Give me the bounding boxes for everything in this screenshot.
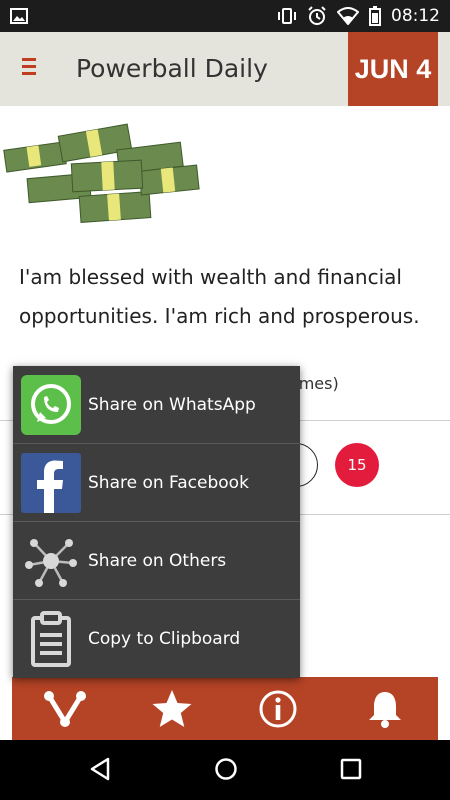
date-badge: JUN 4: [348, 32, 438, 106]
recents-icon[interactable]: [339, 756, 363, 782]
copy-clipboard-label: Copy to Clipboard: [88, 629, 241, 649]
favorite-button[interactable]: [119, 677, 226, 740]
battery-icon: [369, 6, 381, 26]
share-facebook-item[interactable]: Share on Facebook: [13, 444, 300, 522]
share-others-item[interactable]: Share on Others: [13, 522, 300, 600]
share-icon: [44, 690, 87, 727]
image-notification-icon: [10, 8, 28, 24]
share-facebook-label: Share on Facebook: [88, 472, 249, 493]
status-time: 08:12: [391, 6, 440, 26]
system-nav-bar: [0, 740, 450, 800]
back-icon[interactable]: [88, 756, 112, 782]
share-whatsapp-label: Share on WhatsApp: [88, 394, 256, 415]
bell-icon: [368, 691, 401, 728]
info-icon: [259, 690, 297, 727]
copy-clipboard-item[interactable]: Copy to Clipboard: [13, 600, 300, 678]
menu-icon[interactable]: [22, 58, 42, 80]
wifi-icon: [337, 7, 359, 25]
star-icon: [152, 689, 192, 727]
facebook-icon: [21, 453, 81, 513]
vibrate-icon: [278, 8, 296, 24]
share-popup-menu: Share on WhatsApp Share on Facebook Shar…: [13, 366, 300, 678]
count-badge: 15: [335, 443, 379, 487]
page-title: Powerball Daily: [76, 54, 268, 83]
bottom-toolbar: [12, 677, 438, 740]
info-button[interactable]: [225, 677, 332, 740]
share-others-label: Share on Others: [88, 550, 227, 571]
share-button[interactable]: [12, 677, 119, 740]
share-whatsapp-item[interactable]: Share on WhatsApp: [13, 366, 300, 444]
affirmation-text: I'am blessed with wealth and financial o…: [19, 265, 420, 328]
notifications-button[interactable]: [332, 677, 439, 740]
home-icon[interactable]: [213, 756, 239, 782]
clipboard-icon: [31, 611, 71, 667]
app-header: Powerball Daily JUN 4: [0, 32, 450, 106]
whatsapp-icon: [21, 375, 81, 435]
share-network-icon: [25, 539, 77, 587]
alarm-icon: [308, 6, 326, 25]
money-stack-image: [3, 123, 200, 223]
status-bar: 08:12: [0, 0, 450, 32]
